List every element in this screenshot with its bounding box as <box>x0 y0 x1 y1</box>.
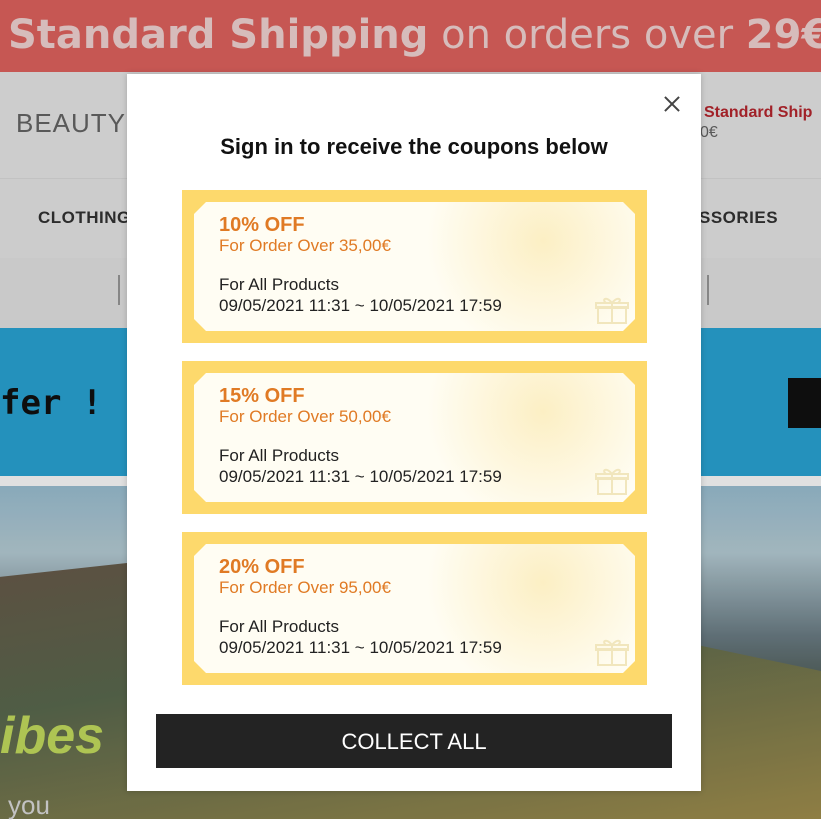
coupon-scope: For All Products <box>219 446 339 465</box>
coupon-minimum: For Order Over 35,00€ <box>219 236 391 255</box>
coupon-scope: For All Products <box>219 275 339 294</box>
coupon-card: 20% OFF For Order Over 95,00€ For All Pr… <box>182 532 647 685</box>
coupon-discount: 10% OFF <box>219 214 305 236</box>
coupon-card: 15% OFF For Order Over 50,00€ For All Pr… <box>182 361 647 514</box>
coupon-minimum: For Order Over 50,00€ <box>219 407 391 426</box>
coupon-validity: 09/05/2021 11:31 ~ 10/05/2021 17:59 <box>219 296 502 315</box>
modal-title: Sign in to receive the coupons below <box>220 134 608 159</box>
coupon-scope: For All Products <box>219 617 339 636</box>
coupon-validity: 09/05/2021 11:31 ~ 10/05/2021 17:59 <box>219 638 502 657</box>
coupon-discount: 15% OFF <box>219 385 305 407</box>
coupon-validity: 09/05/2021 11:31 ~ 10/05/2021 17:59 <box>219 467 502 486</box>
gift-icon <box>595 297 629 324</box>
coupon-card: 10% OFF For Order Over 35,00€ For All Pr… <box>182 190 647 343</box>
coupon-minimum: For Order Over 95,00€ <box>219 578 391 597</box>
close-icon[interactable] <box>660 92 684 116</box>
gift-icon <box>595 639 629 666</box>
coupon-discount: 20% OFF <box>219 556 305 578</box>
gift-icon <box>595 468 629 495</box>
collect-all-button[interactable]: COLLECT ALL <box>156 714 672 768</box>
